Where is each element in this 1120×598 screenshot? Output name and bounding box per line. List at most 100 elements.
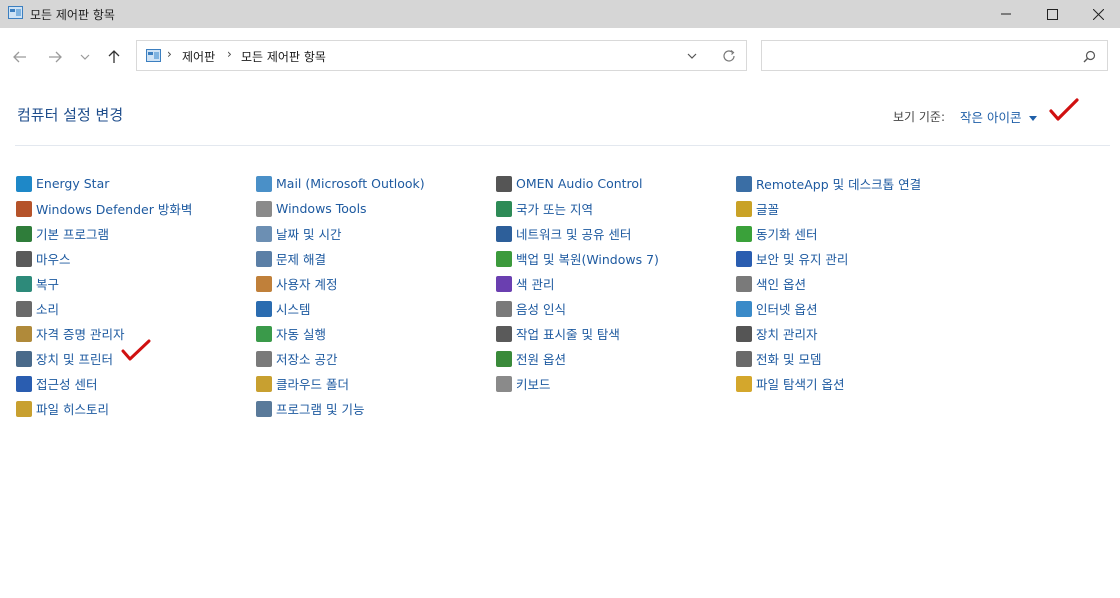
control-panel-item-label: 기본 프로그램: [36, 227, 109, 242]
control-panel-item[interactable]: RemoteApp 및 데스크톱 연결: [736, 171, 976, 196]
control-panel-item[interactable]: 색 관리: [496, 271, 736, 296]
red-checkmark-view-annotation: [1049, 98, 1079, 121]
control-panel-item-label: 마우스: [36, 252, 71, 267]
search-box[interactable]: [761, 40, 1108, 71]
control-panel-item-label: 색 관리: [516, 277, 555, 292]
control-panel-item-label: 접근성 센터: [36, 377, 98, 392]
close-button[interactable]: [1075, 0, 1120, 28]
view-by-label: 보기 기준:: [893, 110, 946, 124]
control-panel-item[interactable]: 마우스: [16, 246, 256, 271]
control-panel-item[interactable]: 프로그램 및 기능: [256, 396, 496, 421]
indexing-icon: [736, 275, 752, 292]
maximize-button[interactable]: [1029, 0, 1075, 28]
globe-icon: [496, 200, 512, 217]
autoplay-icon: [256, 325, 272, 342]
control-panel-item[interactable]: 백업 및 복원(Windows 7): [496, 246, 736, 271]
control-panel-item[interactable]: 사용자 계정: [256, 271, 496, 296]
control-panel-item-label: Energy Star: [36, 176, 110, 191]
forward-button[interactable]: [44, 46, 66, 68]
control-panel-item[interactable]: 음성 인식: [496, 296, 736, 321]
breadcrumb-separator-icon: ›: [167, 47, 172, 61]
header-divider: [15, 145, 1110, 146]
control-panel-item[interactable]: 인터넷 옵션: [736, 296, 976, 321]
control-panel-item[interactable]: Windows Tools: [256, 196, 496, 221]
arrow-left-icon: [13, 51, 26, 63]
credential-icon: [16, 325, 32, 342]
font-icon: [736, 200, 752, 217]
control-panel-item[interactable]: 전화 및 모뎀: [736, 346, 976, 371]
control-panel-item[interactable]: 키보드: [496, 371, 736, 396]
control-panel-item[interactable]: 장치 관리자: [736, 321, 976, 346]
breadcrumb-control-panel[interactable]: 제어판: [182, 48, 215, 65]
minimize-button[interactable]: [983, 0, 1029, 28]
control-panel-item-label: 시스템: [276, 302, 311, 317]
control-panel-item[interactable]: 문제 해결: [256, 246, 496, 271]
system-icon: [256, 300, 272, 317]
address-bar[interactable]: › 제어판 › 모든 제어판 항목: [136, 40, 747, 71]
maximize-icon: [1046, 8, 1058, 20]
control-panel-item[interactable]: OMEN Audio Control: [496, 171, 736, 196]
chevron-down-icon: [80, 54, 90, 60]
control-panel-item[interactable]: 작업 표시줄 및 탐색: [496, 321, 736, 346]
keyboard-icon: [496, 375, 512, 392]
up-button[interactable]: [103, 46, 125, 68]
recent-locations-button[interactable]: [74, 46, 96, 68]
control-panel-item-label: 장치 및 프린터: [36, 352, 113, 367]
red-checkmark-printer-annotation: [121, 339, 151, 361]
control-panel-item[interactable]: 색인 옵션: [736, 271, 976, 296]
network-icon: [496, 225, 512, 242]
view-by-dropdown[interactable]: 작은 아이콘: [960, 107, 1038, 126]
control-panel-item-label: 전원 옵션: [516, 352, 566, 367]
address-dropdown-icon[interactable]: [687, 53, 697, 59]
minimize-icon: [1001, 13, 1011, 15]
control-panel-item[interactable]: 국가 또는 지역: [496, 196, 736, 221]
control-panel-item[interactable]: 기본 프로그램: [16, 221, 256, 246]
control-panel-item[interactable]: 네트워크 및 공유 센터: [496, 221, 736, 246]
control-panel-item[interactable]: 전원 옵션: [496, 346, 736, 371]
control-panel-item-label: 인터넷 옵션: [756, 302, 818, 317]
control-panel-item[interactable]: Windows Defender 방화벽: [16, 196, 256, 221]
energy-star-icon: [16, 175, 32, 192]
back-button[interactable]: [9, 46, 31, 68]
control-panel-item[interactable]: 글꼴: [736, 196, 976, 221]
device-manager-icon: [736, 325, 752, 342]
control-panel-item-label: 파일 히스토리: [36, 402, 109, 417]
control-panel-item[interactable]: Mail (Microsoft Outlook): [256, 171, 496, 196]
control-panel-item[interactable]: Energy Star: [16, 171, 256, 196]
file-history-icon: [16, 400, 32, 417]
audio-control-icon: [496, 175, 512, 192]
storage-icon: [256, 350, 272, 367]
control-panel-item-label: 키보드: [516, 377, 551, 392]
control-panel-item[interactable]: 소리: [16, 296, 256, 321]
refresh-icon[interactable]: [722, 49, 736, 63]
phone-icon: [736, 350, 752, 367]
view-by-value: 작은 아이콘: [960, 110, 1022, 125]
control-panel-item[interactable]: 보안 및 유지 관리: [736, 246, 976, 271]
backup-icon: [496, 250, 512, 267]
control-panel-item[interactable]: 복구: [16, 271, 256, 296]
control-panel-item-label: 클라우드 폴더: [276, 377, 349, 392]
control-panel-item[interactable]: 파일 탐색기 옵션: [736, 371, 976, 396]
page-heading: 컴퓨터 설정 변경: [17, 106, 124, 124]
control-panel-item-label: Windows Defender 방화벽: [36, 202, 193, 217]
control-panel-item[interactable]: 시스템: [256, 296, 496, 321]
control-panel-item[interactable]: 접근성 센터: [16, 371, 256, 396]
accessibility-icon: [16, 375, 32, 392]
folder-options-icon: [736, 375, 752, 392]
control-panel-item[interactable]: 저장소 공간: [256, 346, 496, 371]
control-panel-item[interactable]: 자동 실행: [256, 321, 496, 346]
control-panel-item[interactable]: 파일 히스토리: [16, 396, 256, 421]
control-panel-item[interactable]: 날짜 및 시간: [256, 221, 496, 246]
recovery-icon: [16, 275, 32, 292]
speaker-icon: [16, 300, 32, 317]
flag-icon: [736, 250, 752, 267]
breadcrumb-separator-icon: ›: [227, 47, 232, 61]
control-panel-item-label: 글꼴: [756, 202, 780, 217]
control-panel-item[interactable]: 동기화 센터: [736, 221, 976, 246]
breadcrumb-all-items[interactable]: 모든 제어판 항목: [241, 48, 326, 65]
search-icon: [1083, 50, 1096, 63]
control-panel-item[interactable]: 클라우드 폴더: [256, 371, 496, 396]
printer-icon: [16, 350, 32, 367]
control-panel-item-label: 소리: [36, 302, 60, 317]
power-icon: [496, 350, 512, 367]
